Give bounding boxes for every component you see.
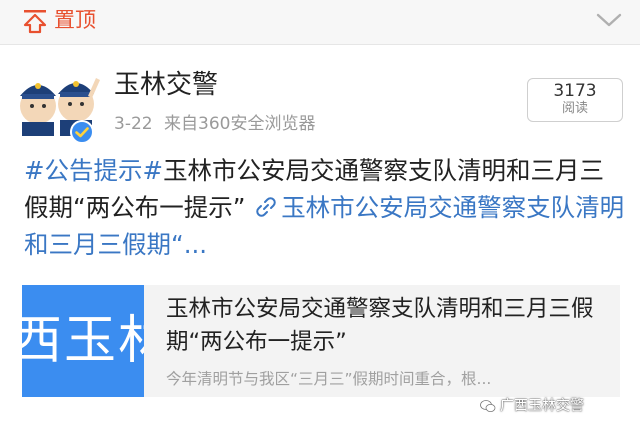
- hashtag-link[interactable]: #公告提示#: [24, 156, 163, 185]
- article-card-description: 今年清明节与我区“三月三”假期时间重合，根...: [166, 370, 492, 388]
- read-count-badge: 3173 阅读: [527, 78, 623, 122]
- article-card-title: 玉林市公安局交通警察支队清明和三月三假期“两公布一提示”: [166, 296, 594, 355]
- pinned-label: 置顶: [54, 8, 96, 32]
- wechat-icon: [480, 400, 496, 412]
- read-count: 3173: [553, 81, 597, 101]
- chevron-down-icon[interactable]: [596, 10, 622, 30]
- post-body: #公告提示#玉林市公安局交通警察支队清明和三月三假期“两公布一提示” 玉林市公安…: [24, 152, 628, 263]
- article-card[interactable]: 西玉林 玉林市公安局交通警察支队清明和三月三假期“两公布一提示” 今年清明节与我…: [22, 285, 620, 397]
- verified-badge-icon: [70, 120, 94, 144]
- author-name[interactable]: 玉林交警: [114, 68, 218, 102]
- read-label: 阅读: [561, 101, 588, 116]
- pin-top-icon: [23, 10, 47, 34]
- link-icon: [256, 197, 276, 217]
- watermark-text: 广西玉林交警: [500, 398, 584, 414]
- post-source: 来自360安全浏览器: [164, 114, 316, 134]
- watermark: 广西玉林交警: [480, 396, 584, 416]
- thumbnail-text: 西玉林: [22, 311, 144, 371]
- article-thumbnail: 西玉林: [22, 285, 144, 397]
- top-bar: 置顶: [0, 0, 640, 45]
- post-meta: 3-22 来自360安全浏览器: [114, 112, 315, 136]
- post-date: 3-22: [114, 114, 153, 134]
